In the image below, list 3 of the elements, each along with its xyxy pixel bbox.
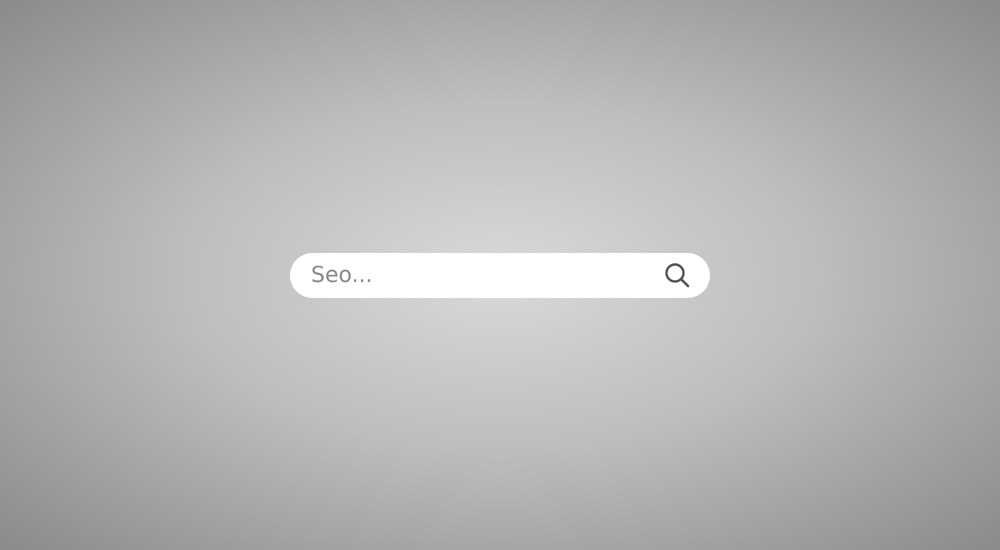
search-icon[interactable] <box>664 262 690 288</box>
search-input[interactable]: Seo... <box>311 262 664 288</box>
search-field[interactable]: Seo... <box>290 252 710 298</box>
